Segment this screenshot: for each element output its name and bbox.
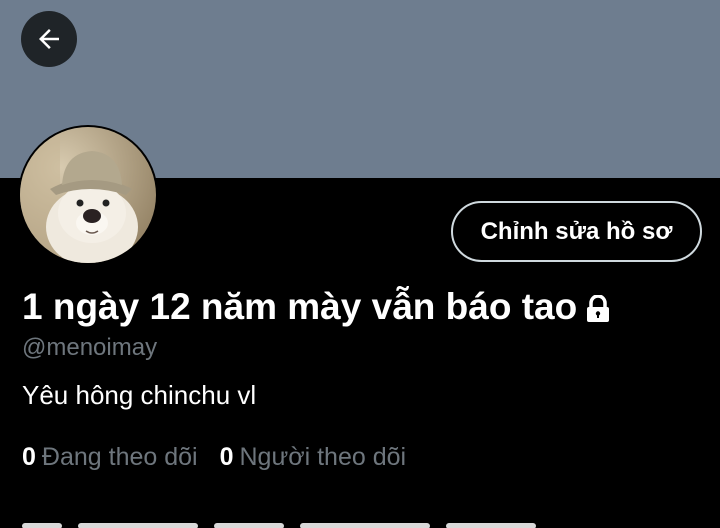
user-bio: Yêu hông chinchu vl (22, 380, 257, 410)
follow-stats: 0 Đang theo dõi 0 Người theo dõi (22, 443, 406, 472)
followers-link[interactable]: 0 Người theo dõi (220, 443, 406, 472)
following-link[interactable]: 0 Đang theo dõi (22, 443, 198, 472)
following-label: Đang theo dõi (41, 443, 198, 471)
display-name: 1 ngày 12 năm mày vẫn báo tao (22, 286, 578, 327)
following-count: 0 (22, 443, 36, 471)
user-handle: @menoimay (22, 334, 158, 361)
avatar[interactable] (18, 125, 158, 265)
followers-count: 0 (219, 443, 234, 471)
edit-profile-button[interactable]: Chỉnh sửa hồ sơ (451, 201, 702, 262)
dog-avatar-image (20, 127, 156, 263)
cut-off-content (22, 516, 582, 528)
name-row: 1 ngày 12 năm mày vẫn báo tao (22, 286, 611, 328)
back-button[interactable] (21, 11, 77, 67)
lock-icon (587, 295, 610, 322)
arrow-left-icon (39, 29, 59, 49)
followers-label: Người theo dõi (239, 443, 407, 471)
